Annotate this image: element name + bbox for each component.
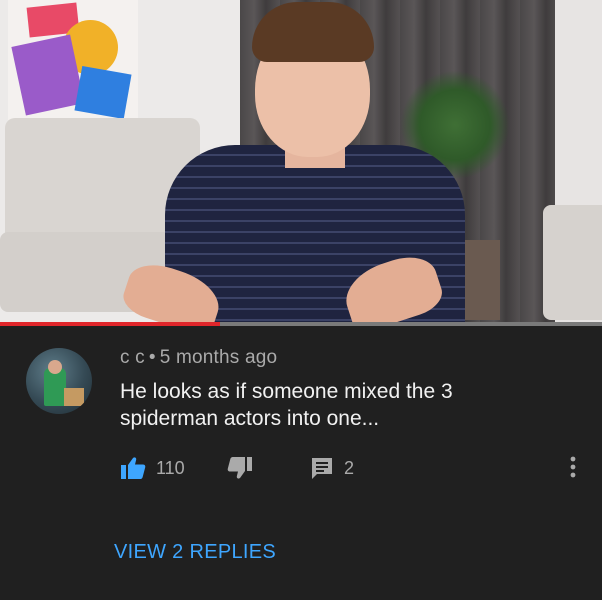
comment-actions: 110 2 bbox=[120, 456, 590, 486]
video-poster bbox=[8, 0, 138, 120]
comment-text-line: spiderman actors into one... bbox=[120, 407, 380, 430]
comment-icon bbox=[312, 458, 332, 479]
thumbs-down-icon bbox=[227, 457, 252, 479]
comment-meta: c c • 5 months ago bbox=[120, 347, 277, 369]
thumbs-up-icon bbox=[121, 457, 146, 479]
comment-text: He looks as if someone mixed the 3 spide… bbox=[120, 378, 560, 432]
comment-item: c c • 5 months ago He looks as if someone … bbox=[0, 326, 602, 600]
meta-separator: • bbox=[148, 347, 156, 368]
dislike-button[interactable] bbox=[227, 456, 253, 480]
reply-count: 2 bbox=[344, 457, 355, 478]
reply-button[interactable]: 2 bbox=[310, 456, 354, 480]
video-person-hair bbox=[252, 2, 374, 62]
video-player[interactable] bbox=[0, 0, 602, 325]
more-options-button[interactable] bbox=[570, 456, 576, 478]
view-replies-button[interactable]: VIEW 2 REPLIES bbox=[114, 541, 276, 564]
comment-text-line: He looks as if someone mixed the 3 bbox=[120, 380, 453, 403]
comment-author[interactable]: c c bbox=[120, 347, 145, 368]
like-button[interactable]: 110 bbox=[120, 456, 185, 480]
more-vert-icon bbox=[570, 456, 576, 478]
like-count: 110 bbox=[156, 457, 185, 478]
video-chair bbox=[543, 205, 602, 320]
video-side-table bbox=[460, 240, 500, 320]
comment-time: 5 months ago bbox=[159, 347, 278, 368]
avatar[interactable] bbox=[26, 348, 92, 414]
